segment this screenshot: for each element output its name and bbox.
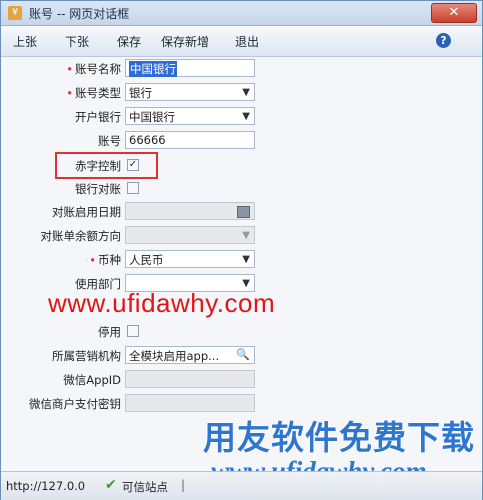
exit-button[interactable]: 退出: [235, 33, 259, 50]
row-sales-org: 所属营销机构 全模块启用app... 🔍: [1, 344, 482, 368]
next-button[interactable]: 下张: [65, 33, 89, 50]
app-icon: ¥: [8, 6, 22, 20]
status-bar: http://127.0.0 ✔ 可信站点 |: [1, 471, 482, 500]
save-and-new-button[interactable]: 保存新增: [161, 33, 209, 50]
dialog-window: ¥ 账号 -- 网页对话框 ✕ 上张 下张 保存 保存新增 退出 ? • 账号名称…: [0, 0, 483, 500]
account-type-label: 账号类型: [75, 86, 121, 100]
bank-value: 中国银行: [129, 110, 175, 124]
status-separator: |: [181, 478, 186, 492]
reconcile-start-date-input[interactable]: [125, 202, 255, 220]
required-mark: •: [89, 253, 96, 267]
currency-label: 币种: [98, 253, 121, 267]
status-url: http://127.0.0: [6, 479, 86, 493]
account-no-value: 66666: [129, 133, 166, 147]
window-title: 账号 -- 网页对话框: [29, 7, 130, 21]
statement-direction-label: 对账单余额方向: [40, 229, 122, 243]
row-currency: • 币种 人民币 ▼: [1, 248, 482, 272]
bank-reconcile-label: 银行对账: [75, 182, 121, 196]
chevron-down-icon: ▼: [242, 111, 250, 122]
search-icon[interactable]: 🔍: [236, 348, 250, 361]
toolbar: 上张 下张 保存 保存新增 退出 ?: [1, 26, 482, 57]
bank-select[interactable]: 中国银行 ▼: [125, 107, 255, 125]
account-name-value: 中国银行: [129, 61, 177, 77]
wechat-appid-input[interactable]: [125, 370, 255, 388]
required-mark: •: [66, 62, 73, 76]
account-type-value: 银行: [129, 86, 152, 100]
sales-org-input[interactable]: 全模块启用app... 🔍: [125, 346, 255, 364]
account-type-select[interactable]: 银行 ▼: [125, 83, 255, 101]
row-bank: 开户银行 中国银行 ▼: [1, 105, 482, 129]
wechat-pay-key-label: 微信商户支付密钥: [29, 397, 121, 411]
row-bank-reconcile: 银行对账: [1, 177, 482, 201]
currency-select[interactable]: 人民币 ▼: [125, 250, 255, 268]
stop-use-checkbox[interactable]: [127, 325, 139, 337]
wechat-appid-label: 微信AppID: [63, 373, 121, 387]
row-statement-direction: 对账单余额方向 ▼: [1, 224, 482, 248]
account-no-label: 账号: [98, 134, 121, 148]
row-stop-use: 停用: [1, 320, 482, 344]
account-form: • 账号名称 中国银行 • 账号类型 银行 ▼ 开户银行 中国银行 ▼ 账号 66666…: [1, 57, 482, 471]
close-button[interactable]: ✕: [431, 3, 477, 23]
statement-direction-select[interactable]: ▼: [125, 226, 255, 244]
stop-use-label: 停用: [98, 325, 121, 339]
bank-reconcile-checkbox[interactable]: [127, 182, 139, 194]
prev-button[interactable]: 上张: [13, 33, 37, 50]
row-account-name: • 账号名称 中国银行: [1, 57, 482, 81]
chevron-down-icon: ▼: [242, 87, 250, 98]
row-reconcile-date: 对账启用日期: [1, 200, 482, 224]
wechat-pay-key-input[interactable]: [125, 394, 255, 412]
bank-label: 开户银行: [75, 110, 121, 124]
sales-org-value: 全模块启用app...: [129, 349, 220, 363]
save-button[interactable]: 保存: [117, 33, 141, 50]
trusted-site-label: 可信站点: [122, 480, 168, 494]
calendar-icon[interactable]: [237, 206, 250, 218]
reconcile-start-date-label: 对账启用日期: [52, 205, 121, 219]
chevron-down-icon: ▼: [242, 254, 250, 265]
check-icon: ✔: [105, 477, 117, 493]
highlight-box: [55, 152, 158, 179]
watermark-brand: 用友软件免费下载: [203, 418, 475, 457]
account-no-input[interactable]: 66666: [125, 131, 255, 149]
required-mark: •: [66, 86, 73, 100]
title-bar: ¥ 账号 -- 网页对话框 ✕: [1, 1, 482, 26]
row-account-type: • 账号类型 银行 ▼: [1, 81, 482, 105]
chevron-down-icon: ▼: [242, 230, 250, 241]
sales-org-label: 所属营销机构: [52, 349, 121, 363]
help-icon[interactable]: ?: [436, 33, 451, 48]
account-name-label: 账号名称: [75, 62, 121, 76]
currency-value: 人民币: [129, 253, 164, 267]
watermark-url-red: www.ufidawhy.com: [48, 288, 276, 318]
row-wechat-appid: 微信AppID: [1, 368, 482, 392]
row-account-no: 账号 66666: [1, 129, 482, 153]
account-name-input[interactable]: 中国银行: [125, 59, 255, 77]
